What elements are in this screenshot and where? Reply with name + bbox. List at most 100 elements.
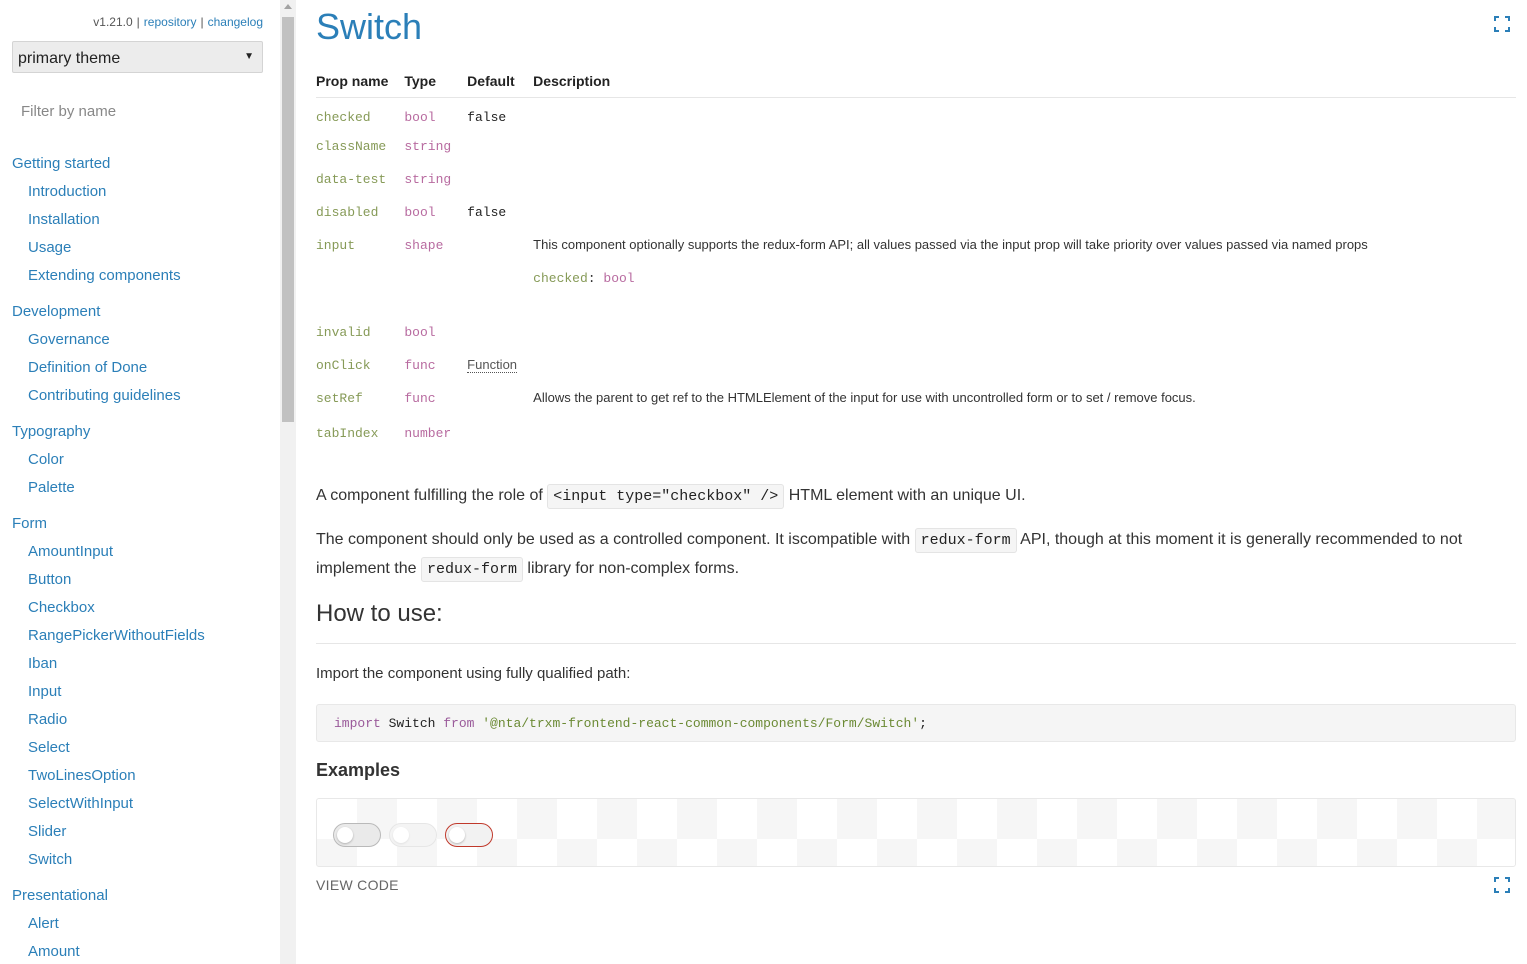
examples-heading: Examples: [316, 760, 401, 780]
nav-group: Presentational Alert Amount: [0, 882, 280, 964]
prop-name: setRef: [316, 391, 363, 406]
sidebar-item[interactable]: Color: [0, 446, 280, 474]
caret-down-icon: ▼: [244, 51, 254, 62]
table-row: checked bool false: [316, 97, 1516, 130]
sidebar-item[interactable]: Button: [0, 566, 280, 594]
sidebar-nav: Getting started Introduction Installation U…: [0, 150, 280, 964]
column-header: Default: [467, 65, 534, 98]
switch-unchecked[interactable]: [333, 823, 381, 847]
sidebar-item[interactable]: TwoLinesOption: [0, 762, 280, 790]
sidebar-item[interactable]: Governance: [0, 326, 280, 354]
props-table-body: checked bool false className string data-test…: [316, 97, 1516, 450]
nav-group-title[interactable]: Presentational: [0, 882, 280, 910]
sidebar-item[interactable]: Iban: [0, 650, 280, 678]
sidebar-item[interactable]: Amount: [0, 938, 280, 964]
sidebar-item[interactable]: RangePickerWithoutFields: [0, 622, 280, 650]
table-row: onClick func Function: [316, 349, 1516, 382]
sub-prop-name: checked: [533, 271, 588, 286]
sidebar-scrollbar[interactable]: [280, 0, 296, 964]
nav-group: Form AmountInput Button Checkbox RangePicker…: [0, 510, 280, 874]
props-table: Prop name Type Default Description check…: [316, 65, 1516, 450]
sidebar-item[interactable]: Usage: [0, 234, 280, 262]
fullscreen-icon[interactable]: [1494, 877, 1510, 893]
sidebar-item[interactable]: Checkbox: [0, 594, 280, 622]
sidebar-item[interactable]: Input: [0, 678, 280, 706]
prop-type-cell: bool: [404, 316, 467, 349]
nav-group-title[interactable]: Development: [0, 298, 280, 326]
theme-select[interactable]: primary theme ▼: [12, 41, 263, 73]
usage-note-paragraph: The component should only be used as a c…: [316, 526, 1516, 584]
prop-type: func: [404, 391, 436, 406]
sub-prop-type: bool: [603, 271, 635, 286]
prop-name-cell: setRef: [316, 382, 404, 417]
import-code-block: import Switch from '@nta/trxm-frontend-r…: [316, 704, 1516, 742]
how-to-use-heading: How to use:: [316, 600, 1516, 644]
prop-name: onClick: [316, 358, 371, 373]
scroll-up-arrow-icon[interactable]: [284, 4, 292, 9]
prop-name: tabIndex: [316, 426, 379, 441]
switch-knob: [337, 827, 353, 843]
changelog-link[interactable]: changelog: [208, 15, 263, 29]
prop-name-cell: checked: [316, 97, 404, 130]
code-keyword: import: [334, 716, 381, 731]
sidebar-item[interactable]: Definition of Done: [0, 354, 280, 382]
prop-default-cell: [467, 163, 533, 196]
prop-default-cell: false: [467, 97, 533, 130]
prop-default: false: [467, 205, 507, 220]
switch-knob: [393, 827, 409, 843]
view-code-button[interactable]: VIEW CODE: [316, 877, 399, 893]
prop-name-cell: input: [316, 229, 404, 316]
prop-type-cell: func: [404, 382, 467, 417]
sub-prop-separator: :: [587, 271, 604, 286]
table-row: tabIndex number: [316, 417, 1516, 450]
scroll-thumb[interactable]: [282, 17, 294, 422]
sidebar-item[interactable]: Radio: [0, 706, 280, 734]
examples-preview: [316, 798, 1516, 867]
sidebar-item[interactable]: Extending components: [0, 262, 280, 290]
prop-name: className: [316, 139, 387, 154]
prop-description-cell: [533, 349, 1516, 382]
sidebar-item[interactable]: Alert: [0, 910, 280, 938]
table-row: className string: [316, 130, 1516, 163]
sidebar-item[interactable]: Select: [0, 734, 280, 762]
fullscreen-icon[interactable]: [1494, 16, 1510, 32]
code-string: '@nta/trxm-frontend-react-common-compone…: [474, 716, 920, 731]
prop-default-cell: [467, 130, 533, 163]
repository-link[interactable]: repository: [144, 15, 197, 29]
prop-type-cell: number: [404, 417, 467, 450]
sidebar-item[interactable]: Introduction: [0, 178, 280, 206]
prop-name: disabled: [316, 205, 379, 220]
switch-disabled: [389, 823, 437, 847]
sidebar-item[interactable]: Contributing guidelines: [0, 382, 280, 410]
prop-default-cell: false: [467, 196, 533, 229]
nav-group-title[interactable]: Form: [0, 510, 280, 538]
filter-input[interactable]: [12, 96, 263, 126]
prop-default-cell: [467, 417, 533, 450]
sidebar-item[interactable]: Palette: [0, 474, 280, 502]
nav-group: Typography Color Palette: [0, 418, 280, 502]
inline-code: redux-form: [914, 528, 1017, 553]
prop-description-cell: This component optionally supports the r…: [533, 229, 1516, 316]
switch-invalid[interactable]: [445, 823, 493, 847]
prop-description-cell: Allows the parent to get ref to the HTML…: [533, 382, 1516, 417]
code-punctuation: ;: [919, 716, 927, 731]
sidebar-item[interactable]: Switch: [0, 846, 280, 874]
table-row: data-test string: [316, 163, 1516, 196]
prop-description-cell: [533, 417, 1516, 450]
column-header: Prop name: [316, 65, 405, 98]
prop-name-cell: onClick: [316, 349, 404, 382]
column-header: Type: [404, 65, 468, 98]
inline-code: <input type="checkbox" />: [547, 484, 785, 509]
sidebar-item[interactable]: SelectWithInput: [0, 790, 280, 818]
sidebar-item[interactable]: AmountInput: [0, 538, 280, 566]
prop-type: bool: [404, 109, 436, 125]
sidebar-item[interactable]: Installation: [0, 206, 280, 234]
sidebar: v1.21.0 | repository | changelog primary the…: [0, 0, 280, 964]
usage-text: library for non-complex forms.: [522, 560, 740, 577]
prop-type-cell: bool: [404, 97, 467, 130]
props-table-header: Prop name Type Default Description: [316, 65, 1516, 98]
prop-name: checked: [316, 109, 371, 125]
nav-group-title[interactable]: Typography: [0, 418, 280, 446]
sidebar-item[interactable]: Slider: [0, 818, 280, 846]
nav-group-title[interactable]: Getting started: [0, 150, 280, 178]
